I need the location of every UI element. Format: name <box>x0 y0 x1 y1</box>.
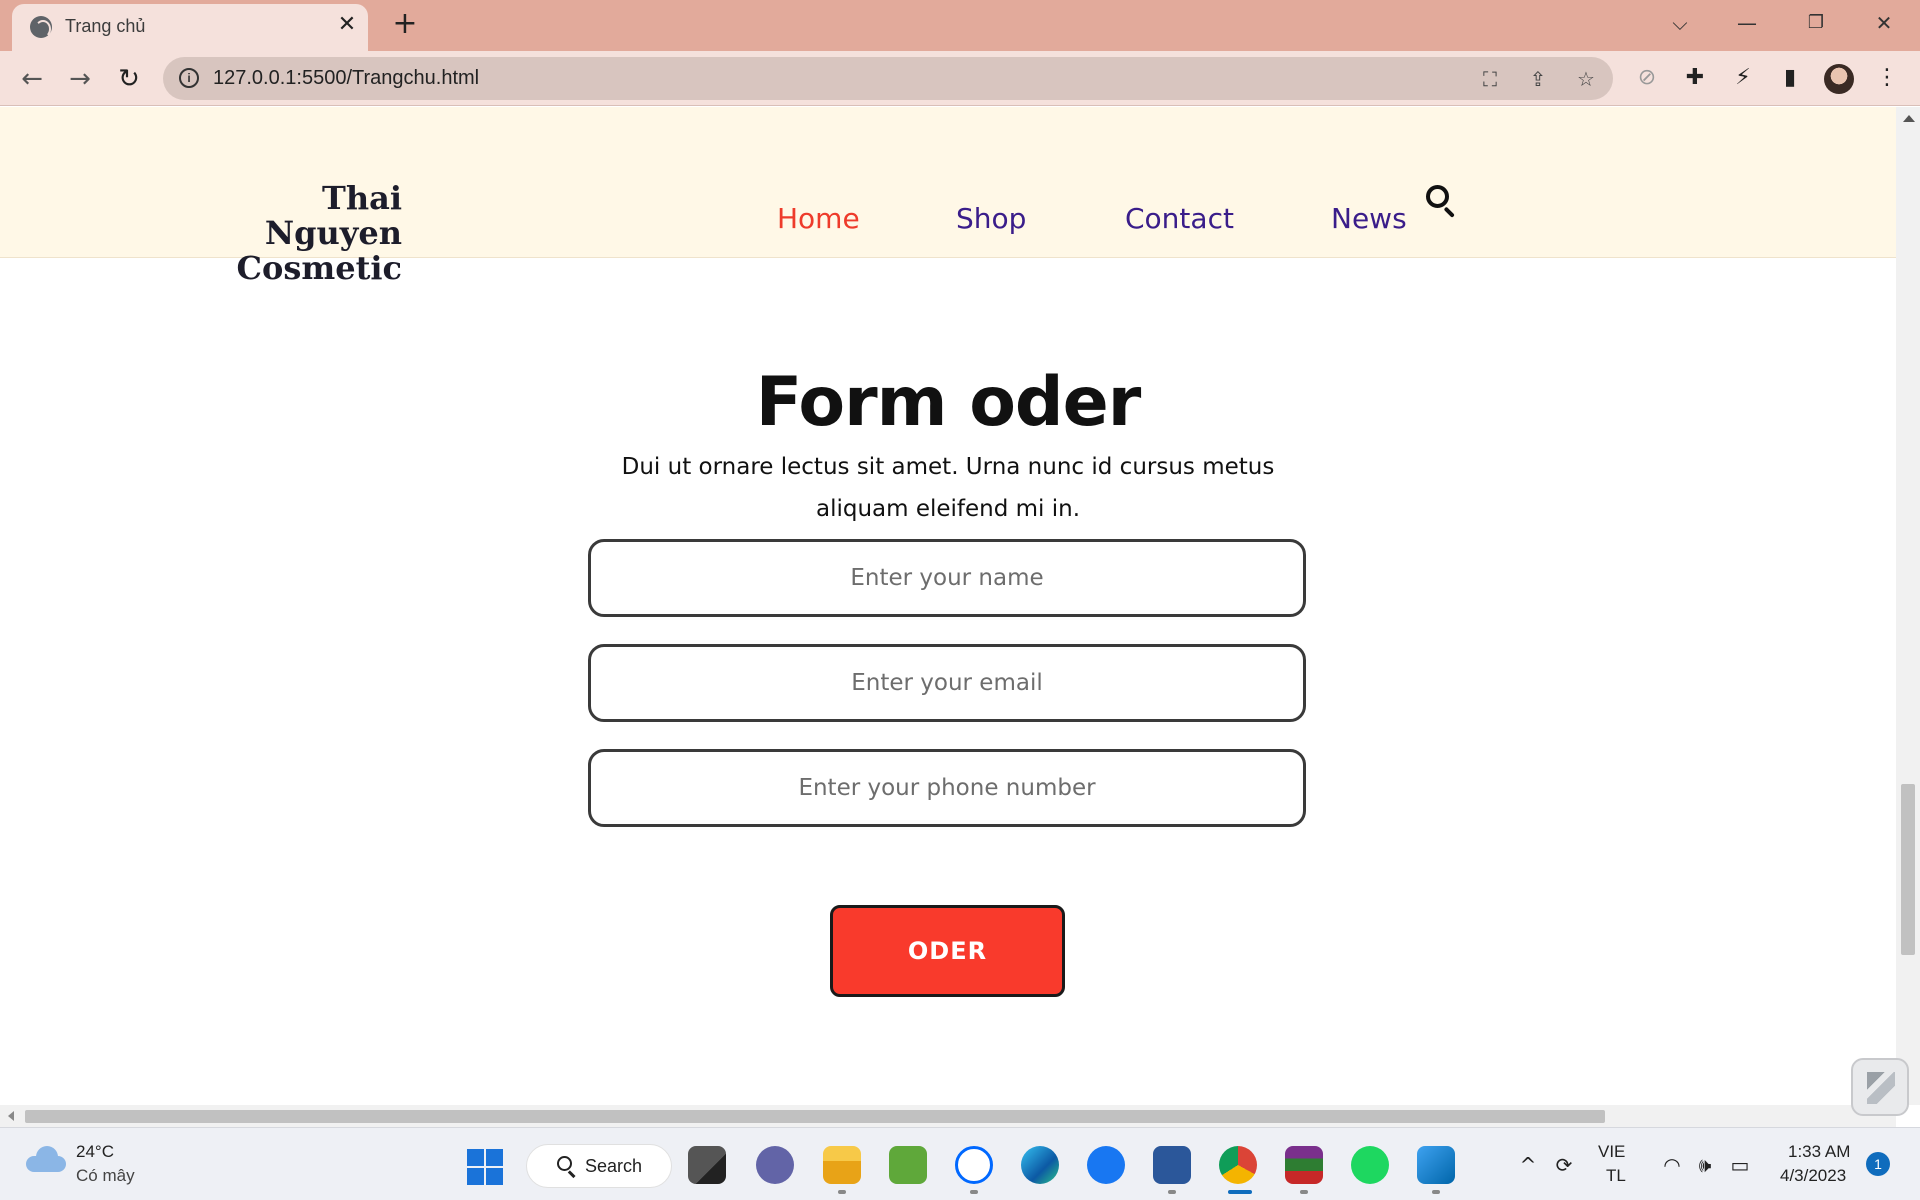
spotify-icon[interactable] <box>1351 1146 1389 1184</box>
reload-icon[interactable]: ↻ <box>112 62 146 96</box>
keyboard-layout-indicator[interactable]: TL <box>1606 1166 1626 1186</box>
brand-line-2: Cosmetic <box>236 249 402 287</box>
chevron-up-icon[interactable]: ^ <box>1516 1154 1540 1176</box>
performance-icon[interactable]: ⚡ <box>1728 63 1758 93</box>
close-window-button[interactable]: ✕ <box>1864 8 1904 38</box>
taskbar: 24°C Có mây Search ^ ⟳ VIE TL ◠ 🕪 ▭ 1:33… <box>0 1127 1920 1200</box>
language-indicator[interactable]: VIE <box>1598 1142 1625 1162</box>
site-logo[interactable]: Thai Nguyen Cosmetic <box>180 181 402 286</box>
nav-contact[interactable]: Contact <box>1125 202 1234 235</box>
name-field[interactable] <box>588 539 1306 617</box>
taskbar-search-label: Search <box>585 1156 643 1176</box>
email-field[interactable] <box>588 644 1306 722</box>
bookmark-star-icon[interactable]: ☆ <box>1573 66 1599 92</box>
battery-icon[interactable]: ▭ <box>1728 1154 1752 1176</box>
browser-tab[interactable]: Trang chủ ✕ <box>12 4 368 51</box>
tab-title: Trang chủ <box>65 16 146 36</box>
nav-home[interactable]: Home <box>777 202 860 235</box>
translate-icon[interactable]: ⛶ <box>1477 66 1503 92</box>
nav-shop[interactable]: Shop <box>956 202 1026 235</box>
facebook-icon[interactable] <box>1087 1146 1125 1184</box>
running-indicator <box>838 1190 846 1194</box>
forward-arrow-icon[interactable]: → <box>63 62 97 96</box>
search-icon <box>557 1156 577 1178</box>
address-bar[interactable]: i 127.0.0.1:5500/Trangchu.html ⛶ ⇪ ☆ <box>163 57 1613 100</box>
extension-compass-icon[interactable]: ⊘ <box>1632 63 1662 93</box>
wifi-icon[interactable]: ◠ <box>1660 1154 1684 1176</box>
running-indicator <box>1300 1190 1308 1194</box>
horizontal-scrollbar[interactable] <box>0 1105 1896 1127</box>
word-icon[interactable] <box>1153 1146 1191 1184</box>
running-indicator <box>1168 1190 1176 1194</box>
cloud-icon[interactable] <box>26 1146 66 1172</box>
vscode-icon[interactable] <box>1417 1146 1455 1184</box>
phone-field[interactable] <box>588 749 1306 827</box>
menu-kebab-icon[interactable]: ⋮ <box>1872 63 1902 93</box>
vertical-scrollbar[interactable] <box>1896 107 1920 1105</box>
zalo-icon[interactable] <box>955 1146 993 1184</box>
chrome-icon[interactable] <box>1219 1146 1257 1184</box>
profile-avatar[interactable] <box>1824 64 1854 94</box>
file-explorer-icon[interactable] <box>823 1146 861 1184</box>
scroll-up-arrow-icon[interactable] <box>1903 115 1915 122</box>
site-info-icon[interactable]: i <box>179 68 199 88</box>
sync-icon[interactable]: ⟳ <box>1552 1154 1576 1176</box>
brand-line-1: Thai Nguyen <box>264 179 402 252</box>
winrar-icon[interactable] <box>1285 1146 1323 1184</box>
floating-widget-icon[interactable] <box>1851 1058 1909 1116</box>
browser-toolbar: ← → ↻ i 127.0.0.1:5500/Trangchu.html ⛶ ⇪… <box>0 51 1920 106</box>
side-panel-icon[interactable]: ▮ <box>1775 63 1805 93</box>
game-icon[interactable] <box>889 1146 927 1184</box>
taskbar-search[interactable]: Search <box>526 1144 672 1188</box>
form-title: Form oder <box>755 363 1142 442</box>
scroll-left-arrow-icon[interactable] <box>8 1111 14 1121</box>
globe-icon <box>30 16 52 38</box>
active-app-indicator <box>1228 1190 1252 1194</box>
clock-date[interactable]: 4/3/2023 <box>1780 1166 1846 1186</box>
horizontal-scroll-thumb[interactable] <box>25 1110 1605 1123</box>
browser-tab-strip: Trang chủ ✕ + ⌵ — ❐ ✕ <box>0 0 1920 51</box>
minimize-button[interactable]: — <box>1727 8 1767 38</box>
windows-start-icon[interactable] <box>467 1149 503 1185</box>
back-arrow-icon[interactable]: ← <box>15 62 49 96</box>
edge-icon[interactable] <box>1021 1146 1059 1184</box>
vertical-scroll-thumb[interactable] <box>1901 784 1915 955</box>
share-icon[interactable]: ⇪ <box>1525 66 1551 92</box>
notification-badge[interactable]: 1 <box>1866 1152 1890 1176</box>
running-indicator <box>970 1190 978 1194</box>
new-tab-button[interactable]: + <box>390 9 420 40</box>
page-viewport: Thai Nguyen Cosmetic Home Shop Contact N… <box>0 107 1896 1105</box>
tab-search-chevron-icon[interactable]: ⌵ <box>1660 8 1700 38</box>
site-header: Thai Nguyen Cosmetic Home Shop Contact N… <box>0 107 1896 286</box>
teams-icon[interactable] <box>756 1146 794 1184</box>
form-description: Dui ut ornare lectus sit amet. Urna nunc… <box>621 454 1275 522</box>
volume-icon[interactable]: 🕪 <box>1693 1154 1717 1176</box>
oder-button[interactable]: ODER <box>830 905 1065 997</box>
restore-button[interactable]: ❐ <box>1796 8 1836 38</box>
task-view-icon[interactable] <box>688 1146 726 1184</box>
extensions-puzzle-icon[interactable]: ✚ <box>1680 63 1710 93</box>
url-text[interactable]: 127.0.0.1:5500/Trangchu.html <box>213 67 479 90</box>
tab-close-icon[interactable]: ✕ <box>334 12 360 38</box>
search-icon[interactable] <box>1425 184 1457 218</box>
clock-time[interactable]: 1:33 AM <box>1788 1142 1850 1162</box>
weather-condition[interactable]: Có mây <box>76 1166 135 1186</box>
weather-temperature[interactable]: 24°C <box>76 1142 114 1162</box>
nav-news[interactable]: News <box>1331 202 1407 235</box>
running-indicator <box>1432 1190 1440 1194</box>
